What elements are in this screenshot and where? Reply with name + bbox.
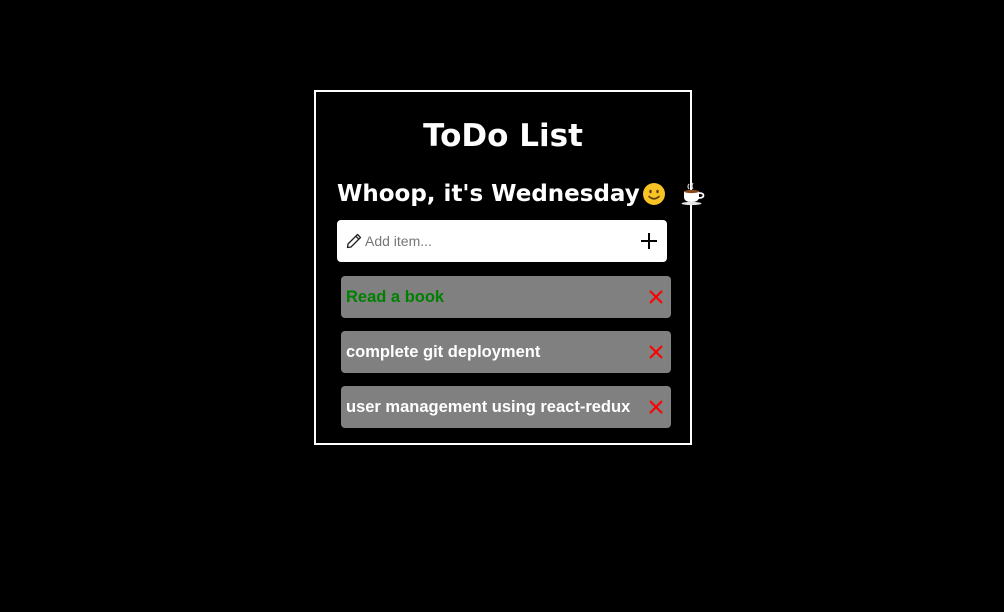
smiley-face-icon (642, 183, 665, 205)
todo-item[interactable]: user management using react-redux (341, 386, 671, 428)
close-x-icon[interactable] (649, 345, 663, 359)
todo-list: Read a book complete git deployment user… (341, 276, 671, 441)
todo-item[interactable]: Read a book (341, 276, 671, 318)
close-x-icon[interactable] (649, 290, 663, 304)
add-item-input[interactable] (365, 233, 627, 249)
todo-item-label: Read a book (346, 287, 445, 306)
greeting-text: Whoop, it's Wednesday (337, 181, 640, 207)
coffee-cup-icon (681, 182, 705, 206)
pencil-icon (346, 233, 362, 249)
close-x-icon[interactable] (649, 400, 663, 414)
todo-item[interactable]: complete git deployment (341, 331, 671, 373)
add-item-bar (337, 220, 667, 262)
page-title: ToDo List (423, 118, 583, 154)
todo-card: ToDo List Whoop, it's Wednesday Add item… (314, 90, 705, 445)
todo-item-label: complete git deployment (346, 342, 541, 361)
todo-item-label: user management using react-redux (346, 397, 631, 416)
plus-icon[interactable] (639, 231, 659, 251)
day-greeting: Whoop, it's Wednesday (337, 179, 706, 209)
